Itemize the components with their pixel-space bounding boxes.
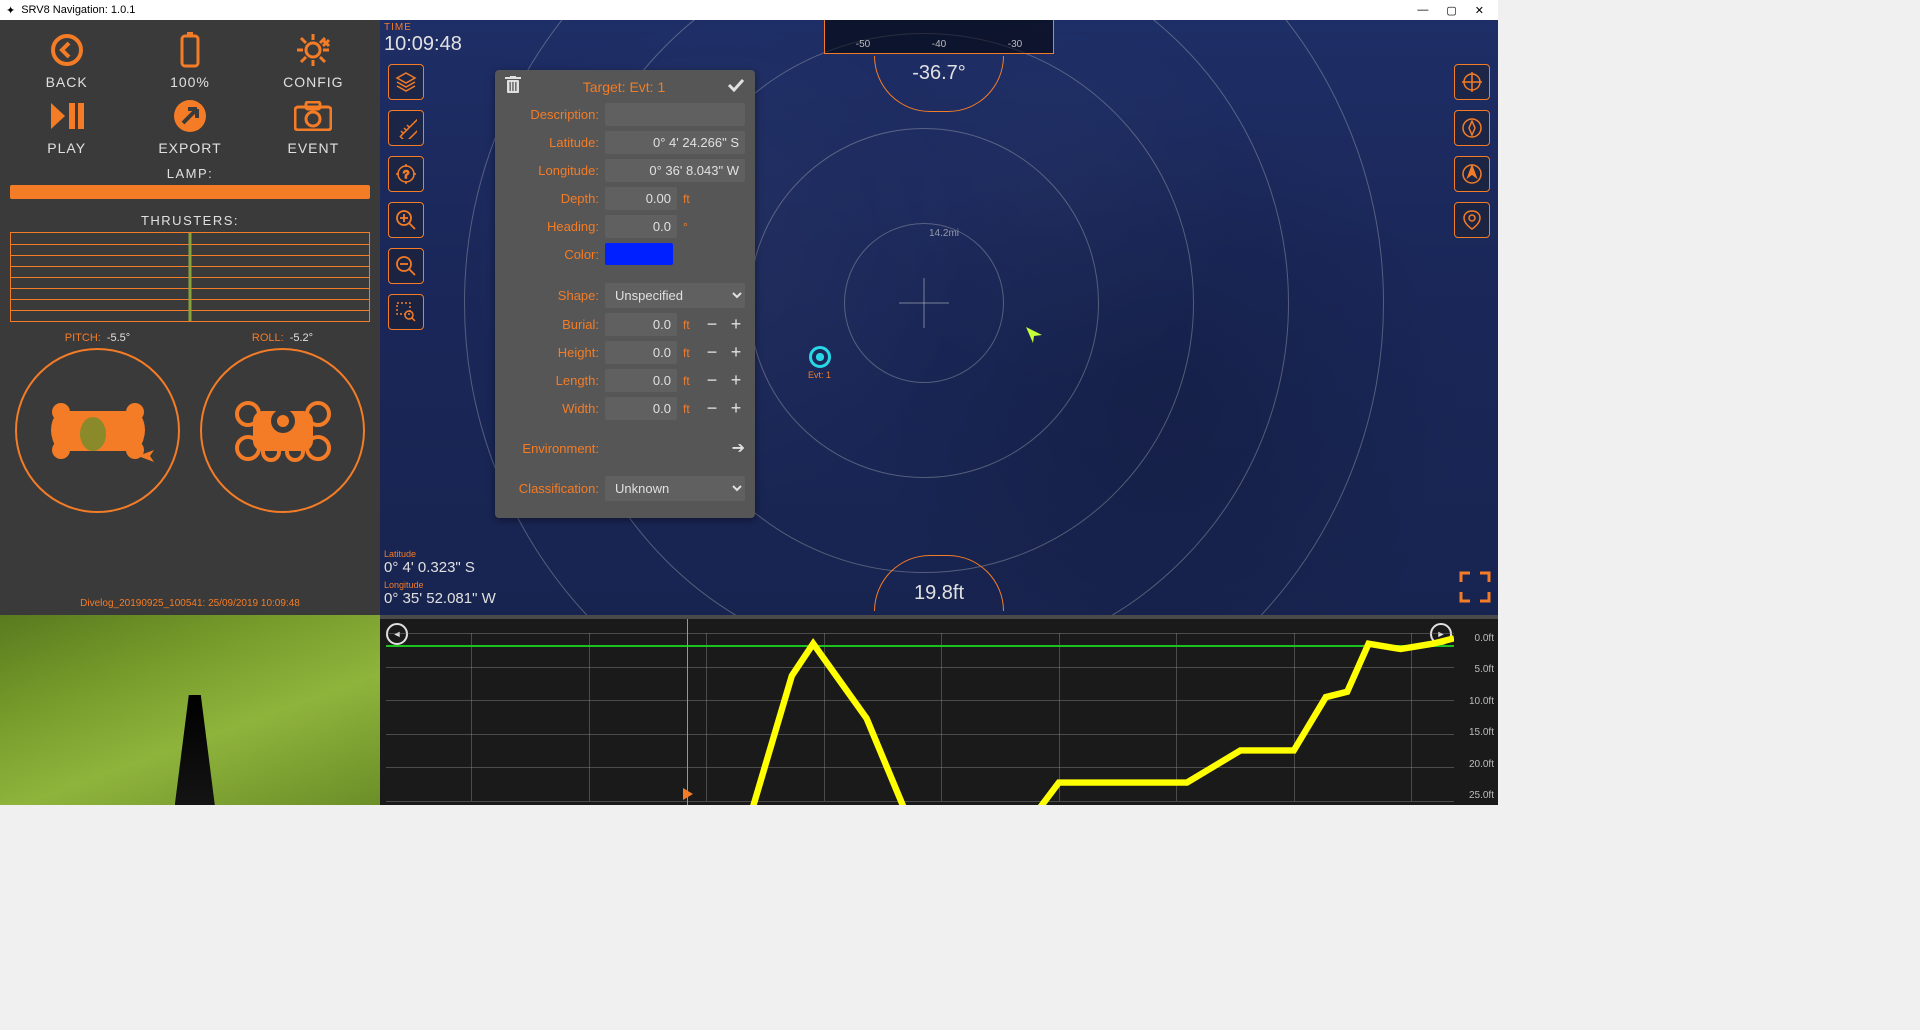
compass-ruler: -50-40-30 <box>824 20 1054 54</box>
plus-button[interactable]: + <box>727 398 745 419</box>
back-button[interactable]: BACK <box>8 30 125 90</box>
rov-side-icon <box>38 386 158 476</box>
height-input[interactable] <box>605 341 677 364</box>
plus-button[interactable]: + <box>727 314 745 335</box>
classification-select[interactable]: Unknown <box>605 476 745 501</box>
close-icon[interactable]: ✕ <box>1475 4 1484 17</box>
range-label: 14.2mi <box>929 228 959 239</box>
compass-button[interactable] <box>1454 110 1490 146</box>
event-marker[interactable]: Evt: 1 <box>808 346 831 380</box>
svg-text:?: ? <box>403 169 409 181</box>
back-arrow-icon <box>47 30 87 70</box>
longitude-input[interactable] <box>605 159 745 182</box>
rov-top-icon <box>223 386 343 476</box>
time-readout: TIME 10:09:48 <box>384 22 462 56</box>
coordinates-readout: Latitude 0° 4' 0.323" S Longitude 0° 35'… <box>384 549 496 611</box>
heading-input[interactable] <box>605 215 677 238</box>
divelog-label: Divelog_20190925_100541: 25/09/2019 10:0… <box>0 598 380 609</box>
map-tools-right <box>1454 64 1490 238</box>
depth-chart[interactable]: ◄ ► 0.0ft5.0ft 10.0ft15.0ft 20.0ft25.0ft <box>380 615 1498 805</box>
roll-gauge: ROLL:-5.2° <box>193 332 372 513</box>
camera-feed[interactable] <box>0 615 380 805</box>
minus-button[interactable]: − <box>703 342 721 363</box>
pitch-gauge: PITCH:-5.5° <box>8 332 187 513</box>
depth-trace <box>386 633 1454 805</box>
window-title: SRV8 Navigation: 1.0.1 <box>21 4 135 16</box>
trash-icon[interactable] <box>505 76 521 97</box>
length-input[interactable] <box>605 369 677 392</box>
minimize-icon[interactable]: — <box>1417 4 1428 17</box>
target-help-button[interactable]: ? <box>388 156 424 192</box>
export-icon <box>170 96 210 136</box>
plus-button[interactable]: + <box>727 342 745 363</box>
control-sidebar: BACK 100% CONFIG PLAY <box>0 20 380 615</box>
minus-button[interactable]: − <box>703 398 721 419</box>
shape-select[interactable]: Unspecified <box>605 283 745 308</box>
ruler-button[interactable] <box>388 110 424 146</box>
camera-icon <box>293 96 333 136</box>
battery-icon <box>170 30 210 70</box>
target-panel: Target: Evt: 1 Description: Latitude: Lo… <box>495 70 755 518</box>
zoom-in-button[interactable] <box>388 202 424 238</box>
export-button[interactable]: EXPORT <box>131 96 248 156</box>
target-title: Target: Evt: 1 <box>521 79 727 95</box>
latitude-input[interactable] <box>605 131 745 154</box>
zoom-out-button[interactable] <box>388 248 424 284</box>
window-titlebar: ✦ SRV8 Navigation: 1.0.1 — ▢ ✕ <box>0 0 1498 20</box>
play-pause-icon <box>47 96 87 136</box>
thrusters-display <box>10 232 370 322</box>
depth-input[interactable] <box>605 187 677 210</box>
width-input[interactable] <box>605 397 677 420</box>
description-input[interactable] <box>605 103 745 126</box>
battery-indicator: 100% <box>131 30 248 90</box>
lamp-slider[interactable] <box>10 185 370 199</box>
marker-dot-icon <box>809 346 831 368</box>
confirm-icon[interactable] <box>727 78 745 95</box>
maximize-icon[interactable]: ▢ <box>1446 4 1456 17</box>
event-button[interactable]: EVENT <box>255 96 372 156</box>
lamp-label: LAMP: <box>8 166 372 181</box>
burial-input[interactable] <box>605 313 677 336</box>
minus-button[interactable]: − <box>703 314 721 335</box>
play-button[interactable]: PLAY <box>8 96 125 156</box>
plus-button[interactable]: + <box>727 370 745 391</box>
chart-y-ticks: 0.0ft5.0ft 10.0ft15.0ft 20.0ft25.0ft <box>1469 633 1494 801</box>
waypoint-button[interactable] <box>1454 202 1490 238</box>
arrow-right-icon[interactable]: ➔ <box>732 438 745 458</box>
thrusters-label: THRUSTERS: <box>8 213 372 228</box>
map-tools-left: ? <box>388 64 424 330</box>
color-swatch[interactable] <box>605 243 673 265</box>
layers-button[interactable] <box>388 64 424 100</box>
zoom-box-button[interactable] <box>388 294 424 330</box>
fullscreen-button[interactable] <box>1458 570 1492 609</box>
cursor-arrow-icon <box>1025 326 1043 349</box>
minus-button[interactable]: − <box>703 370 721 391</box>
chart-playhead[interactable] <box>687 619 688 805</box>
center-target-button[interactable] <box>1454 64 1490 100</box>
sonar-map[interactable]: 14.2mi -50-40-30 -36.7° 19.8ft Evt: 1 TI… <box>380 20 1498 615</box>
gear-icon <box>293 30 333 70</box>
config-button[interactable]: CONFIG <box>255 30 372 90</box>
north-up-button[interactable] <box>1454 156 1490 192</box>
